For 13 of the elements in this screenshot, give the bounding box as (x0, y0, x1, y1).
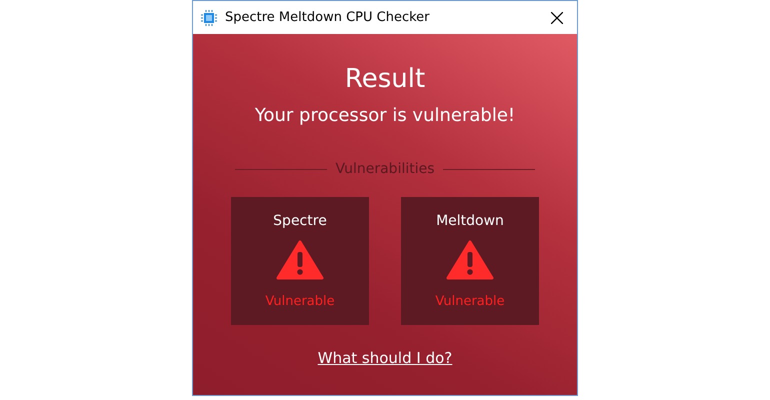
vulnerability-status: Vulnerable (265, 293, 335, 311)
vulnerability-status: Vulnerable (435, 293, 505, 311)
chip-icon (201, 10, 217, 26)
window-title: Spectre Meltdown CPU Checker (225, 8, 430, 27)
warning-icon (446, 240, 494, 280)
result-message: Your processor is vulnerable! (254, 104, 516, 128)
result-heading: Result (344, 66, 426, 92)
warning-icon (276, 240, 324, 280)
vulnerability-name: Meltdown (436, 212, 504, 231)
vulnerability-name: Spectre (273, 212, 327, 231)
section-title: Vulnerabilities (335, 160, 435, 179)
close-icon (551, 12, 563, 24)
help-link[interactable]: What should I do? (318, 347, 452, 370)
